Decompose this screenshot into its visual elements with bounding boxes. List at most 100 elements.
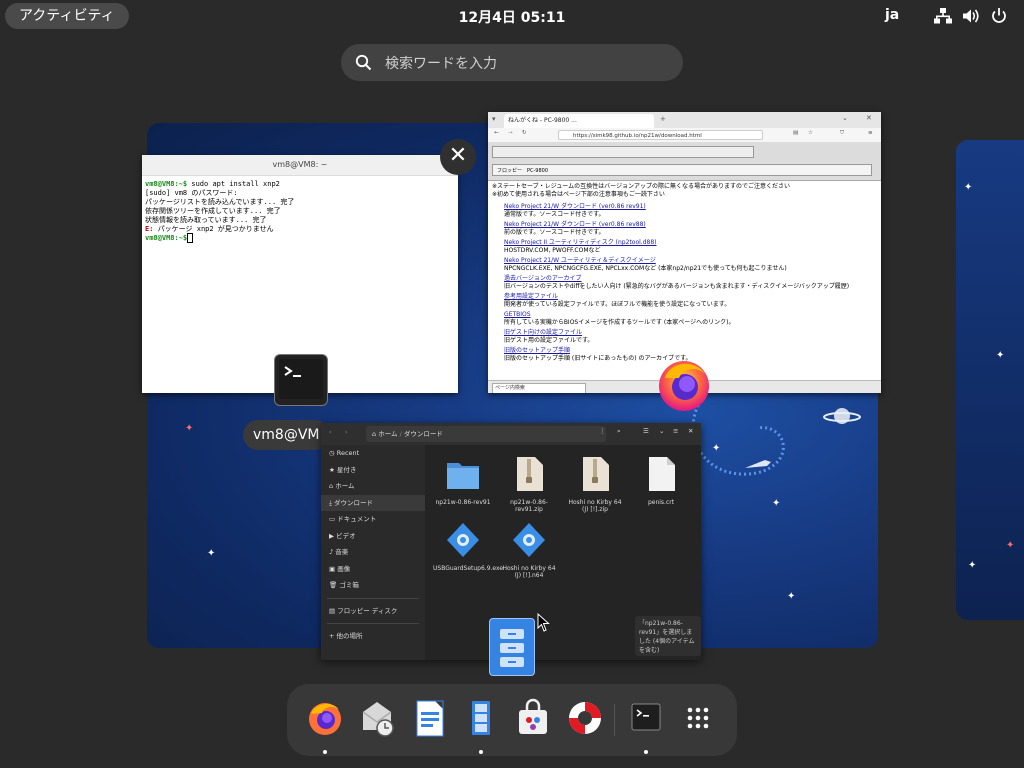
volume-icon[interactable] <box>962 8 980 24</box>
dash-show-apps[interactable] <box>678 698 718 738</box>
star-decoration: ✦ <box>968 560 977 571</box>
software-bag-icon <box>519 698 547 734</box>
sidebar-item-label: 音楽 <box>335 548 349 556</box>
file-item-folder[interactable]: np21w-0.86-rev91 <box>433 455 493 506</box>
search-bar[interactable] <box>341 44 683 83</box>
search-icon[interactable]: ⌕ <box>617 427 621 436</box>
download-link[interactable]: Neko Project 21/W ダウンロード (ver0.86 rev91) <box>504 203 646 210</box>
terminal-icon <box>631 703 661 731</box>
language-indicator[interactable]: ja <box>885 7 899 23</box>
executable-icon <box>447 523 479 557</box>
clock-label[interactable]: 12月4日 05:11 <box>459 10 566 26</box>
file-item-zip[interactable]: np21w-0.86-rev91.zip <box>499 455 559 513</box>
reload-button[interactable]: ↻ <box>522 130 527 136</box>
sidebar-item-label: 星付き <box>336 465 357 474</box>
sidebar-item-trash[interactable]: 🗑 ゴミ箱 <box>321 577 425 594</box>
shield-icon[interactable]: ⛉ <box>840 130 844 137</box>
forward-button[interactable]: → <box>508 130 513 136</box>
picture-icon: ▣ <box>329 564 338 573</box>
star-decoration: ✦ <box>996 350 1005 361</box>
terminal-content[interactable]: vm8@VM8:~$ sudo apt install xnp2 [sudo] … <box>142 176 458 247</box>
close-icon[interactable]: ✕ <box>688 427 693 435</box>
sidebar-item-floppy[interactable]: ▤ フロッピー ディスク <box>321 603 425 620</box>
sidebar-item-videos[interactable]: ▶ ビデオ <box>321 528 425 545</box>
firefox-navbar: ← → ↻ https://simk98.github.io/np21w/dow… <box>488 128 881 142</box>
file-item-zip[interactable]: Hoshi no Kirby 64 (J) [!].zip <box>565 455 625 513</box>
terminal-line: [sudo] vm8 のパスワード: <box>145 189 238 197</box>
sidebar-item-starred[interactable]: ★ 星付き <box>321 462 425 479</box>
file-item-executable[interactable]: Hoshi no Kirby 64 (J) [!].n64 <box>499 521 559 579</box>
browser-tab[interactable]: ねんがくね - PC-9800 ... <box>504 114 654 128</box>
file-name: np21w-0.86-rev91.zip <box>510 499 548 513</box>
star-decoration: ✦ <box>185 423 194 434</box>
download-link[interactable]: 旧版のセットアップ手順 <box>504 347 570 354</box>
document-icon: ▭ <box>329 515 338 523</box>
sidebar-item-music[interactable]: ♪ 音楽 <box>321 544 425 561</box>
sidebar-item-label: ホーム <box>335 482 355 490</box>
download-link[interactable]: Neko Project II ユーティリティディスク (np2tool.d88… <box>504 239 657 246</box>
dash-firefox[interactable] <box>305 698 345 754</box>
running-indicator <box>323 750 327 754</box>
power-icon[interactable] <box>990 8 1008 24</box>
sidebar-item-documents[interactable]: ▭ ドキュメント <box>321 511 425 528</box>
emulator-taskbar: フロッピー PC-9800 <box>492 164 872 176</box>
reader-view-icon[interactable]: ▤ <box>793 130 798 136</box>
dash-terminal[interactable] <box>626 698 666 754</box>
dash-software[interactable] <box>513 698 553 738</box>
window-close-icon[interactable]: ✕ <box>866 114 872 122</box>
sort-icon[interactable]: ⌄ <box>659 427 664 435</box>
download-link[interactable]: 参考用設定ファイル <box>504 293 558 300</box>
sidebar-item-label: ゴミ箱 <box>339 581 359 589</box>
mail-clock-icon <box>362 702 394 737</box>
path-bar[interactable]: ⌂ ホーム / ダウンロード <box>366 426 606 442</box>
workspace-thumbnail-next[interactable]: ✦ ✦ ✦ ✦ <box>956 140 1024 620</box>
back-button[interactable]: ‹ <box>329 428 332 436</box>
sidebar-item-pictures[interactable]: ▣ 画像 <box>321 561 425 578</box>
firefox-window[interactable]: ▾ ねんがくね - PC-9800 ... + ⌄ ✕ ← → ↻ https:… <box>488 112 881 393</box>
link-description: HOSTDRV.COM, PWOFF.COMなど <box>504 247 601 254</box>
download-link[interactable]: 過去バージョンのアーカイブ <box>504 275 582 282</box>
download-link[interactable]: Neko Project 21/W ダウンロード (ver0.86 rev88) <box>504 221 646 228</box>
tab-overflow-icon[interactable]: ⌄ <box>842 114 848 122</box>
sidebar-item-label: ダウンロード <box>333 498 373 507</box>
network-icon[interactable] <box>934 8 952 24</box>
dash-writer[interactable] <box>409 698 449 738</box>
emulator-screenshot: フロッピー PC-9800 <box>488 142 881 181</box>
archive-icon <box>583 457 609 491</box>
notice-text: ※ステートセーブ・レジュームの互換性はバージョンアップの際に無くなる場合がありま… <box>492 183 790 190</box>
dash-mail-calendar[interactable] <box>357 698 397 738</box>
page-content[interactable]: ※ステートセーブ・レジュームの互換性はバージョンアップの際に無くなる場合がありま… <box>488 181 881 365</box>
menu-icon[interactable]: ≡ <box>868 130 873 136</box>
sidebar-item-downloads[interactable]: ⤓ ダウンロード <box>321 494 425 511</box>
dash-files[interactable] <box>461 698 501 754</box>
files-headerbar: ‹ › ⌂ ホーム / ダウンロード ⋮ ⌕ ☰ ⌄ ≡ ✕ <box>321 423 701 445</box>
close-window-button[interactable]: ✕ <box>440 139 476 175</box>
download-link[interactable]: 旧ゲスト向けの設定ファイル <box>504 329 582 336</box>
sidebar-item-label: 画像 <box>337 564 351 573</box>
view-toggle-icon[interactable]: ☰ <box>643 427 649 435</box>
sidebar-divider <box>327 623 419 624</box>
tab-list-icon[interactable]: ▾ <box>492 115 496 123</box>
new-tab-button[interactable]: + <box>660 115 666 123</box>
download-link[interactable]: Neko Project 21/W ユーティリティ＆ディスクイメージ <box>504 257 656 264</box>
terminal-titlebar[interactable]: vm8@VM8: ~ <box>142 155 458 176</box>
url-bar[interactable]: https://simk98.github.io/np21w/download.… <box>558 130 763 140</box>
file-item-document[interactable]: penis.crt <box>631 455 691 506</box>
file-item-executable[interactable]: USBGuardSetup6.9.exe <box>433 521 503 572</box>
sidebar-item-other-locations[interactable]: + 他の場所 <box>321 628 425 645</box>
sidebar-item-home[interactable]: ⌂ ホーム <box>321 478 425 495</box>
download-link[interactable]: GETBIOS <box>504 311 531 318</box>
back-button[interactable]: ← <box>494 130 499 136</box>
dash-help[interactable] <box>565 698 605 738</box>
path-home[interactable]: ホーム <box>378 430 397 438</box>
menu-icon[interactable]: ≡ <box>673 427 678 435</box>
path-menu-icon[interactable]: ⋮ <box>599 427 606 435</box>
sidebar-item-recent[interactable]: ◷ Recent <box>321 445 425 462</box>
bookmark-star-icon[interactable]: ☆ <box>808 130 813 136</box>
trash-icon: 🗑 <box>329 581 340 589</box>
search-input[interactable] <box>383 44 667 83</box>
help-lifebuoy-icon <box>569 702 601 734</box>
forward-button[interactable]: › <box>345 428 348 436</box>
find-input[interactable]: ページ内検索 <box>492 383 586 393</box>
path-current[interactable]: ダウンロード <box>404 430 443 438</box>
